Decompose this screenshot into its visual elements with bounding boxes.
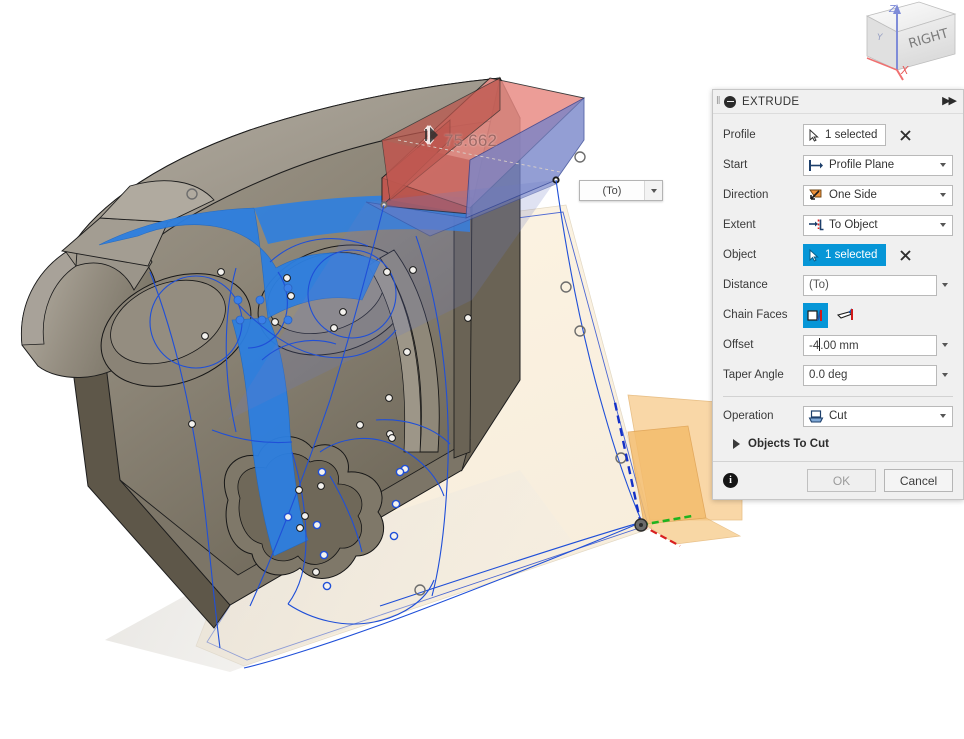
view-cube[interactable]: X Z Y RIGHT xyxy=(845,0,964,85)
start-dropdown-caret-icon[interactable] xyxy=(936,156,950,175)
row-extent: Extent To Object xyxy=(723,210,953,240)
profile-select-button[interactable]: 1 selected xyxy=(803,124,887,146)
label-object: Object xyxy=(723,249,757,261)
selection-cursor-icon xyxy=(808,128,822,143)
view-cube-x-label: X xyxy=(900,64,909,77)
start-dropdown[interactable]: Profile Plane xyxy=(803,154,953,176)
label-operation: Operation xyxy=(723,410,774,422)
info-icon[interactable]: i xyxy=(723,473,738,488)
row-direction: Direction One Side xyxy=(723,180,953,210)
extent-value: To Object xyxy=(829,219,878,231)
view-cube-z-label: Z xyxy=(888,4,897,15)
cancel-button[interactable]: Cancel xyxy=(884,469,953,492)
dialog-header[interactable]: ‖ EXTRUDE ▶▶ xyxy=(713,90,963,114)
label-start: Start xyxy=(723,159,748,171)
dialog-footer: i OK Cancel xyxy=(713,461,963,499)
profile-plane-icon xyxy=(807,157,825,173)
extrude-dimension-label[interactable]: 75.662 xyxy=(444,131,497,151)
taper-angle-input[interactable]: 0.0 deg xyxy=(803,364,937,386)
label-profile: Profile xyxy=(723,129,756,141)
distance-input[interactable]: (To) xyxy=(803,274,937,296)
offset-value-before-caret: -4 xyxy=(809,340,820,352)
dialog-title: EXTRUDE xyxy=(742,95,800,108)
floating-distance-input[interactable]: (To) xyxy=(579,180,663,201)
offset-value-after-caret: .00 mm xyxy=(820,340,859,352)
taper-angle-dropdown-caret-icon[interactable] xyxy=(937,373,953,377)
dialog-body: Profile 1 selected Start Profile Plane D… xyxy=(713,114,963,461)
chevron-right-icon[interactable] xyxy=(733,439,740,449)
offset-input[interactable]: -4.00 mm xyxy=(803,334,937,356)
object-selection-count: 1 selected xyxy=(825,249,878,261)
row-start: Start Profile Plane xyxy=(723,150,953,180)
row-chain-faces: Chain Faces xyxy=(723,300,953,330)
drag-arrow-cursor-icon xyxy=(423,124,444,146)
one-side-icon xyxy=(807,187,825,203)
direction-value: One Side xyxy=(829,189,877,201)
section-divider xyxy=(723,396,953,397)
operation-value: Cut xyxy=(829,410,847,422)
distance-dropdown-caret-icon[interactable] xyxy=(937,283,953,287)
label-offset: Offset xyxy=(723,339,754,351)
ok-button[interactable]: OK xyxy=(807,469,876,492)
row-operation: Operation Cut xyxy=(723,401,953,431)
collapse-circle-icon[interactable] xyxy=(724,95,736,108)
label-distance: Distance xyxy=(723,279,768,291)
row-distance: Distance (To) xyxy=(723,270,953,300)
direction-dropdown-caret-icon[interactable] xyxy=(936,186,950,205)
objects-to-cut-section[interactable]: Objects To Cut xyxy=(723,431,953,457)
start-value: Profile Plane xyxy=(829,159,895,171)
chain-faces-off-icon[interactable] xyxy=(833,303,858,328)
profile-selection-count: 1 selected xyxy=(825,129,878,141)
dialog-drag-handle-icon[interactable]: ‖ xyxy=(716,95,722,108)
operation-dropdown-caret-icon[interactable] xyxy=(936,407,950,426)
offset-dropdown-caret-icon[interactable] xyxy=(937,343,953,347)
label-extent: Extent xyxy=(723,219,756,231)
operation-dropdown[interactable]: Cut xyxy=(803,405,953,427)
chain-faces-toggle-group[interactable] xyxy=(803,302,858,328)
row-taper-angle: Taper Angle 0.0 deg xyxy=(723,360,953,390)
chain-faces-on-icon[interactable] xyxy=(803,302,828,328)
extrude-dialog[interactable]: ‖ EXTRUDE ▶▶ Profile 1 selected Start Pr… xyxy=(712,89,964,500)
extent-dropdown[interactable]: To Object xyxy=(803,214,953,236)
to-object-icon xyxy=(807,217,825,233)
chevron-double-right-icon[interactable]: ▶▶ xyxy=(942,96,957,107)
floating-distance-value[interactable]: (To) xyxy=(580,181,644,200)
row-profile: Profile 1 selected xyxy=(723,120,953,150)
offset-value: -4.00 mm xyxy=(809,338,934,352)
extent-dropdown-caret-icon[interactable] xyxy=(936,216,950,235)
taper-angle-value: 0.0 deg xyxy=(809,369,848,381)
row-object: Object 1 selected xyxy=(723,240,953,270)
selection-cursor-icon xyxy=(808,248,822,263)
direction-dropdown[interactable]: One Side xyxy=(803,184,953,206)
clear-profile-icon[interactable] xyxy=(898,128,912,142)
cut-operation-icon xyxy=(807,408,825,424)
label-taper-angle: Taper Angle xyxy=(723,369,784,381)
label-chain-faces: Chain Faces xyxy=(723,309,788,321)
object-select-button[interactable]: 1 selected xyxy=(803,244,887,266)
floating-distance-dropdown-icon[interactable] xyxy=(644,181,662,200)
label-direction: Direction xyxy=(723,189,769,201)
clear-object-icon[interactable] xyxy=(898,248,912,262)
row-offset: Offset -4.00 mm xyxy=(723,330,953,360)
objects-to-cut-label: Objects To Cut xyxy=(748,438,829,450)
distance-value: (To) xyxy=(809,279,829,291)
